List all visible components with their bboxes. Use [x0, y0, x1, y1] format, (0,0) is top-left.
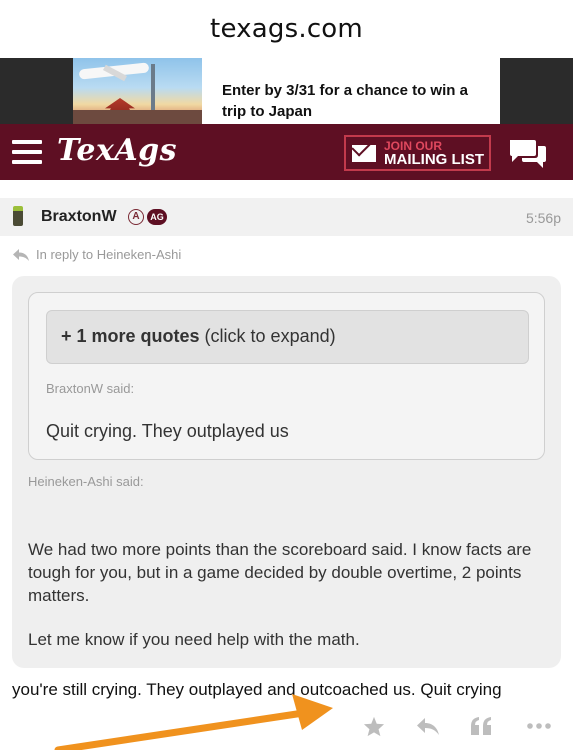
star-icon[interactable] — [363, 716, 385, 737]
quote-inner: + 1 more quotes (click to expand) Braxto… — [28, 292, 545, 460]
post-username[interactable]: BraxtonW — [41, 208, 117, 226]
ad-band: Enter by 3/31 for a chance to win a trip… — [0, 58, 573, 124]
quote-icon[interactable] — [470, 716, 492, 736]
hamburger-icon[interactable] — [12, 140, 42, 164]
phone-icon — [13, 206, 23, 226]
url-text: texags.com — [210, 14, 363, 44]
site-header: TexAgs JOIN OUR MAILING LIST — [0, 124, 573, 180]
badge-ag: AG — [147, 209, 167, 225]
reply-to-text: In reply to Heineken-Ashi — [36, 247, 182, 262]
chat-icon[interactable] — [508, 138, 548, 170]
expand-quotes-button[interactable]: + 1 more quotes (click to expand) — [46, 310, 529, 364]
post-time: 5:56p — [525, 210, 561, 226]
post-header: BraxtonW A AG 5:56p — [0, 198, 573, 236]
more-icon[interactable] — [526, 722, 552, 730]
ad-text-line1: Enter by 3/31 for a chance to win a — [222, 82, 468, 99]
reply-to-link[interactable]: In reply to Heineken-Ashi — [12, 247, 181, 262]
mailing-line2: MAILING LIST — [384, 151, 484, 168]
ad-text: Enter by 3/31 for a chance to win a trip… — [202, 58, 500, 124]
mail-icon — [352, 144, 376, 162]
expand-rest: (click to expand) — [199, 326, 336, 346]
expand-bold: + 1 more quotes — [61, 326, 200, 346]
inner-quote-text: Quit crying. They outplayed us — [46, 421, 289, 441]
site-logo[interactable]: TexAgs — [57, 133, 177, 168]
outer-quote-author: Heineken-Ashi said: — [28, 474, 144, 489]
badge-a: A — [128, 209, 144, 225]
quote-outer: + 1 more quotes (click to expand) Braxto… — [12, 276, 561, 668]
ad-text-line2: trip to Japan — [222, 103, 313, 120]
reply-arrow-icon — [13, 248, 29, 261]
mailing-list-button[interactable]: JOIN OUR MAILING LIST — [344, 135, 491, 171]
url-bar[interactable]: texags.com — [0, 0, 573, 58]
ad-banner[interactable]: Enter by 3/31 for a chance to win a trip… — [73, 58, 500, 124]
ad-image — [73, 58, 202, 124]
post-body: you're still crying. They outplayed and … — [12, 680, 502, 699]
inner-quote-author: BraxtonW said: — [46, 381, 135, 396]
outer-quote-text: We had two more points than the scoreboa… — [28, 540, 532, 605]
outer-quote-text-2: Let me know if you need help with the ma… — [28, 630, 360, 649]
reply-icon[interactable] — [416, 717, 440, 736]
